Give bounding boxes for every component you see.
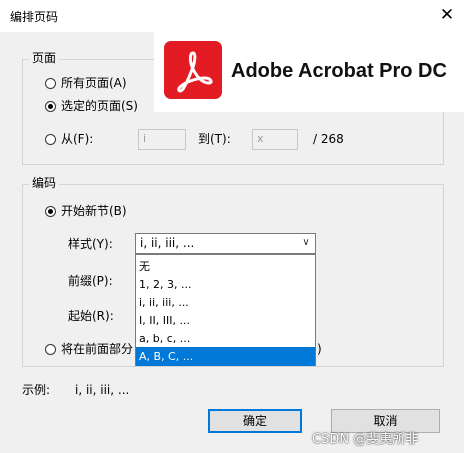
radio-new-section[interactable]	[45, 206, 56, 217]
style-dropdown-list: 无 1, 2, 3, ... i, ii, iii, ... I, II, II…	[135, 254, 316, 366]
style-option[interactable]: 无	[136, 257, 315, 276]
radio-new-section-label: 开始新节(B)	[61, 204, 127, 218]
style-select-value: i, ii, iii, ...	[140, 236, 195, 250]
radio-selected-pages-label: 选定的页面(S)	[61, 99, 138, 113]
style-option[interactable]: a, b, c, ...	[136, 329, 315, 348]
example-label: 示例:	[22, 383, 51, 397]
start-label: 起始(R):	[68, 309, 114, 323]
radio-selected-pages[interactable]	[45, 101, 56, 112]
pages-group-legend: 页面	[29, 51, 60, 65]
ok-button[interactable]: 确定	[208, 409, 302, 433]
window-title: 编排页码	[10, 10, 59, 24]
style-select[interactable]: i, ii, iii, ... ∨	[135, 233, 316, 254]
style-option-highlighted[interactable]: A, B, C, ...	[136, 347, 315, 366]
prefix-label: 前缀(P):	[68, 274, 113, 288]
close-icon[interactable]: ✕	[436, 4, 458, 26]
to-page-field[interactable]: x	[252, 129, 298, 150]
title-bar	[0, 0, 464, 32]
radio-extend-numbering-suffix: )	[317, 342, 322, 356]
style-option[interactable]: 1, 2, 3, ...	[136, 275, 315, 294]
radio-all-pages[interactable]	[45, 78, 56, 89]
radio-extend-numbering[interactable]	[45, 344, 56, 355]
style-option[interactable]: i, ii, iii, ...	[136, 293, 315, 312]
from-page-field[interactable]: i	[138, 129, 186, 150]
banner-text: Adobe Acrobat Pro DC	[231, 60, 447, 82]
style-label: 样式(Y):	[68, 237, 113, 251]
example-value: i, ii, iii, ...	[75, 383, 130, 397]
radio-from[interactable]	[45, 134, 56, 145]
chevron-down-icon[interactable]: ∨	[297, 234, 315, 253]
acrobat-logo-icon	[164, 41, 222, 99]
to-label: 到(T):	[198, 132, 231, 146]
radio-all-pages-label: 所有页面(A)	[61, 76, 127, 90]
numbering-group-legend: 编码	[29, 176, 60, 190]
radio-extend-numbering-label: 将在前面部分	[61, 342, 134, 356]
style-option[interactable]: I, II, III, ...	[136, 311, 315, 330]
total-pages: / 268	[313, 132, 344, 146]
radio-from-label: 从(F):	[61, 132, 94, 146]
watermark: CSDN @斐夷所非	[312, 432, 419, 447]
